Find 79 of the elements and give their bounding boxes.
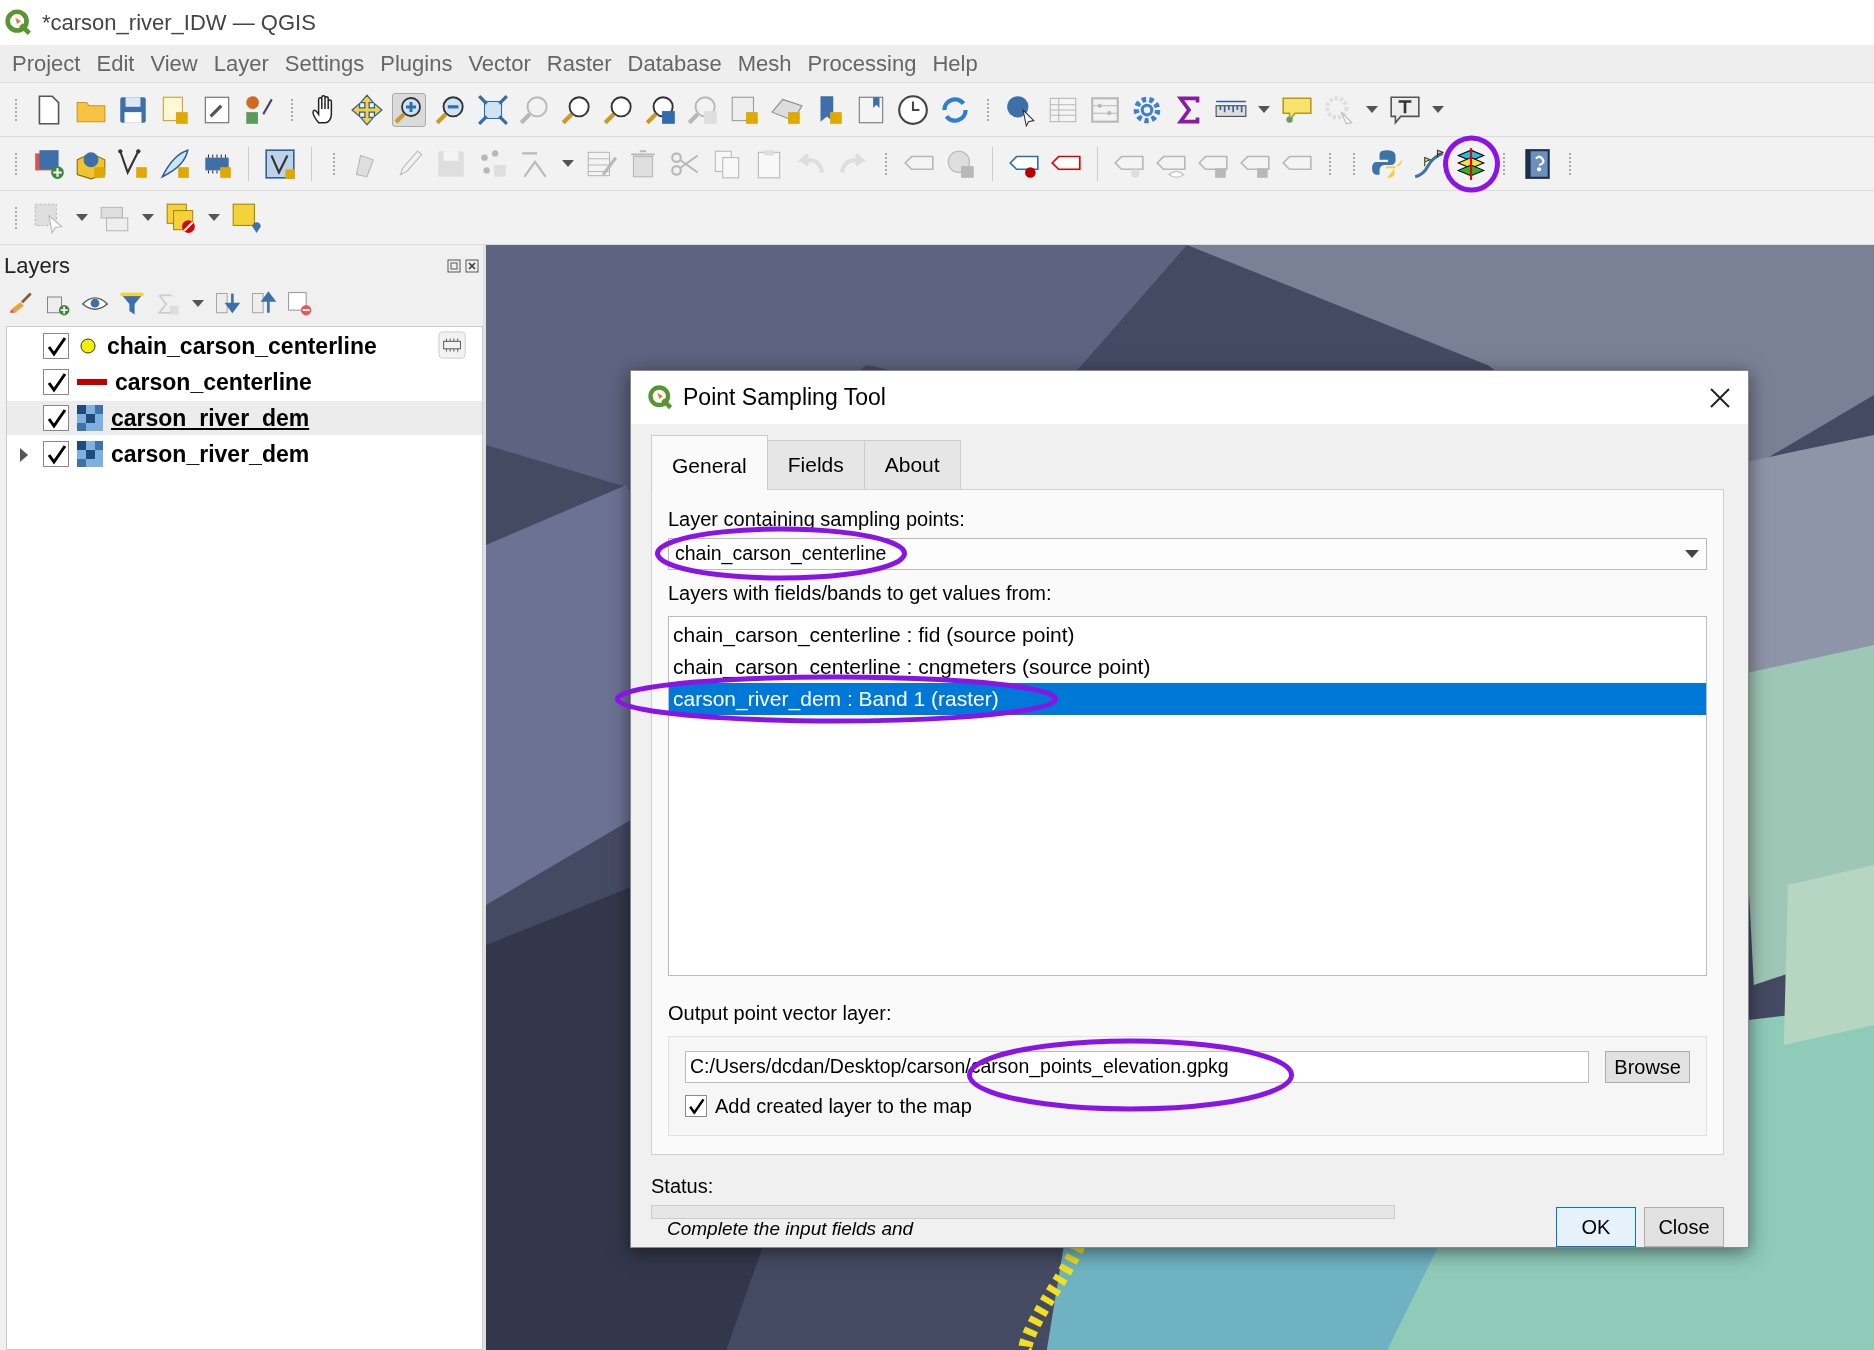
list-item[interactable]: chain_carson_centerline : cngmeters (source point) <box>669 650 1706 683</box>
list-item-text: chain_carson_centerline : cngmeters (source point) <box>673 653 1151 680</box>
toolbar-handle[interactable] <box>14 205 18 230</box>
circle-symbol-icon <box>77 335 99 357</box>
layer-row[interactable]: chain_carson_centerline <box>7 329 482 363</box>
list-item-text: carson_river_dem : Band 1 (raster) <box>673 682 999 715</box>
close-icon[interactable] <box>1708 385 1732 410</box>
layer-name[interactable]: carson_river_dem <box>111 400 310 436</box>
menu-item[interactable]: Mesh <box>729 47 800 80</box>
menu-item[interactable]: Edit <box>88 47 143 80</box>
layer-checkbox[interactable] <box>43 333 69 359</box>
layer-checkbox[interactable] <box>43 369 69 395</box>
list-item[interactable]: chain_carson_centerline : fid (source point) <box>669 618 1706 651</box>
layer-row[interactable]: carson_centerline <box>7 365 482 399</box>
menu-item[interactable]: Database <box>619 47 730 80</box>
layer-row[interactable]: carson_river_dem <box>7 401 482 435</box>
menu-item[interactable]: Help <box>924 47 986 80</box>
menu-item[interactable]: Plugins <box>372 47 461 80</box>
clock-icon[interactable] <box>896 92 930 127</box>
toolbar-handle[interactable] <box>290 97 294 122</box>
layer-checkbox[interactable] <box>43 405 69 431</box>
toolbar-handle[interactable] <box>1328 151 1332 176</box>
pan-arrows-icon[interactable] <box>350 92 384 127</box>
line-symbol-icon <box>77 379 107 385</box>
toolbar-handle[interactable] <box>14 97 18 122</box>
colored-layers-icon[interactable] <box>1454 146 1488 181</box>
feather-icon[interactable] <box>158 146 192 181</box>
tab[interactable]: Fields <box>766 440 865 489</box>
qgis-logo-icon <box>647 383 675 412</box>
field-label: Layer containing sampling points: <box>668 506 966 532</box>
close-icon[interactable] <box>465 258 479 273</box>
tab[interactable]: About <box>863 440 961 489</box>
raster-symbol-icon <box>77 405 103 431</box>
toolbar-handle[interactable] <box>14 151 18 176</box>
qgis-logo-icon <box>4 7 34 38</box>
field-label: Layers with fields/bands to get values from: <box>668 580 1053 606</box>
memory-chip-icon[interactable] <box>438 331 468 361</box>
menu-item[interactable]: Settings <box>276 47 373 80</box>
tab[interactable]: General <box>651 435 768 490</box>
checkbox-label[interactable]: Add created layer to the map <box>715 1090 972 1121</box>
zoom-in-icon[interactable] <box>392 92 426 127</box>
toolbar-handle[interactable] <box>986 97 990 122</box>
close-button[interactable]: Close <box>1644 1207 1724 1247</box>
layer-name[interactable]: chain_carson_centerline <box>107 328 377 364</box>
toolbar-handle[interactable] <box>332 151 336 176</box>
dropdown-value: chain_carson_centerline <box>675 538 887 569</box>
toolbar-handle[interactable] <box>1502 151 1506 176</box>
toolbar-handle[interactable] <box>884 151 888 176</box>
field-label: Output point vector layer: <box>668 1000 893 1026</box>
menu-item[interactable]: Vector <box>460 47 539 80</box>
window-title: *carson_river_IDW — QGIS <box>42 9 316 37</box>
panel-title: Layers <box>4 252 71 280</box>
menu-item[interactable]: Processing <box>799 47 925 80</box>
checkbox[interactable] <box>685 1094 707 1117</box>
annotation-circle <box>1441 133 1501 194</box>
caret-icon[interactable] <box>1684 548 1700 559</box>
raster-symbol-icon <box>77 441 103 467</box>
route-flags-icon[interactable] <box>1412 146 1446 181</box>
status-label: Status: <box>651 1173 715 1199</box>
menu-item[interactable]: Raster <box>538 47 620 80</box>
layer-row[interactable]: carson_river_dem <box>7 437 482 471</box>
menu-item[interactable]: View <box>142 47 206 80</box>
zoom-full-icon[interactable] <box>476 92 510 127</box>
layer-name[interactable]: carson_river_dem <box>111 436 310 472</box>
polyline-box-icon[interactable] <box>263 146 297 181</box>
layer-name[interactable]: carson_centerline <box>115 364 312 400</box>
remove-layer-icon[interactable] <box>286 290 314 318</box>
ok-button[interactable]: OK <box>1556 1207 1636 1247</box>
menu-item[interactable]: Layer <box>205 47 277 80</box>
polyline-star-icon[interactable] <box>116 146 150 181</box>
dialog-title: Point Sampling Tool <box>683 383 886 413</box>
status-text: Complete the input fields and <box>667 1216 915 1241</box>
browse-button[interactable]: Browse <box>1605 1050 1690 1083</box>
menu-item[interactable]: Project <box>4 47 89 80</box>
list-item-text: chain_carson_centerline : fid (source point) <box>673 621 1075 649</box>
toolbar-handle[interactable] <box>1352 151 1356 176</box>
toolbar-handle[interactable] <box>1568 151 1572 176</box>
layer-checkbox[interactable] <box>43 441 69 467</box>
float-icon[interactable] <box>447 258 461 273</box>
